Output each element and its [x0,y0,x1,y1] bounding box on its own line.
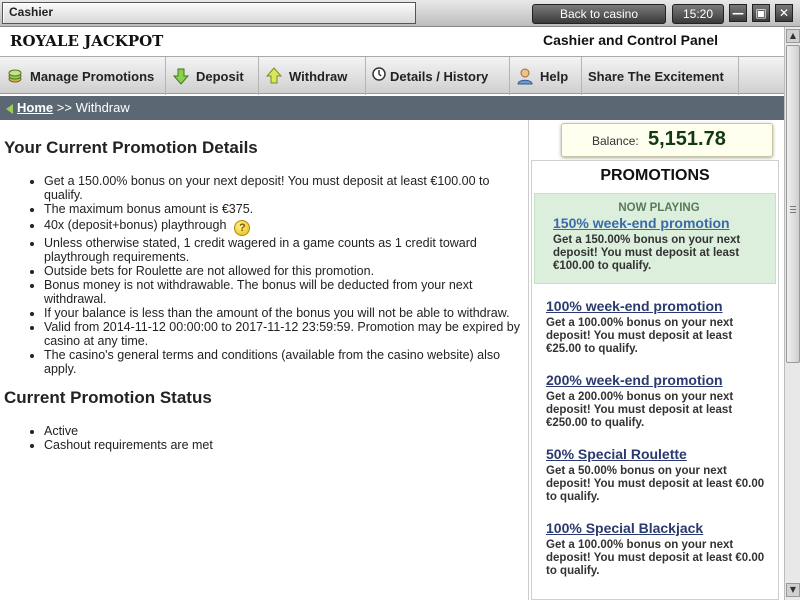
promo-description: Get a 50.00% bonus on your next deposit!… [546,465,765,503]
nav-label: Details / History [390,68,489,84]
breadcrumb-separator: >> [56,100,72,115]
close-button[interactable]: ✕ [775,4,793,22]
promo-description: Get a 200.00% bonus on your next deposit… [546,391,734,429]
help-icon[interactable]: ? [234,220,251,236]
now-playing-label: NOW PLAYING [618,202,700,214]
nav-share-the-excitement[interactable]: Share The Excitement [582,57,739,95]
grip-icon [790,206,796,207]
minimize-button[interactable]: — [729,4,747,22]
list-item: The maximum bonus amount is €375. [44,202,524,216]
list-item: Get a 150.00% bonus on your next deposit… [44,174,524,202]
promotion-details-list: Get a 150.00% bonus on your next deposit… [4,174,524,376]
scroll-thumb[interactable] [786,45,800,363]
nav-label: Share The Excitement [588,68,724,84]
promotion-status-list: Active Cashout requirements are met [4,424,524,452]
list-item: Bonus money is not withdrawable. The bon… [44,278,524,306]
arrow-down-icon [172,67,190,85]
promo-link[interactable]: 100% week-end promotion [546,298,768,314]
list-item: Cashout requirements are met [44,438,524,452]
sidebar: Balance: 5,151.78 PROMOTIONS NOW PLAYING… [528,120,784,600]
playthrough-text: 40x (deposit+bonus) playthrough [44,218,227,232]
promo-link[interactable]: 150% week-end promotion [553,215,765,231]
title-bar: Cashier Back to casino 15:20 — ▣ ✕ [0,0,800,27]
user-help-icon [516,67,534,85]
vertical-scrollbar[interactable]: ▲ ▼ [784,27,800,600]
nav-label: Deposit [196,68,244,84]
promo-description: Get a 150.00% bonus on your next deposit… [553,234,741,272]
nav-label: Help [540,68,569,84]
window-title: Cashier [2,2,416,24]
promo-item-active: NOW PLAYING 150% week-end promotion Get … [534,193,776,284]
promotion-status-title: Current Promotion Status [4,388,212,407]
coins-icon [6,67,24,85]
main-content: Your Current Promotion Details Get a 150… [0,120,528,600]
balance-box: Balance: 5,151.78 [561,123,773,157]
nav-deposit[interactable]: Deposit [166,57,259,95]
arrow-up-icon [265,67,283,85]
promo-link[interactable]: 100% Special Blackjack [546,520,768,536]
promo-item: 50% Special Roulette Get a 50.00% bonus … [532,446,778,504]
list-item: 40x (deposit+bonus) playthrough? [44,218,524,236]
promo-description: Get a 100.00% bonus on your next deposit… [546,539,765,577]
list-item: The casino's general terms and condition… [44,348,524,376]
promo-description: Get a 100.00% bonus on your next deposit… [546,317,734,355]
nav-manage-promotions[interactable]: Manage Promotions [0,57,166,95]
clock: 15:20 [672,4,724,24]
nav-label: Withdraw [289,68,348,84]
main-nav: Manage Promotions Deposit Withdraw Detai… [0,56,784,95]
nav-details-history[interactable]: Details / History [366,57,510,95]
list-item: Valid from 2014-11-12 00:00:00 to 2017-1… [44,320,524,348]
promotions-title: PROMOTIONS [600,167,710,184]
back-arrow-icon [6,103,13,114]
back-to-casino-button[interactable]: Back to casino [532,4,666,24]
breadcrumb: Home >> Withdraw [0,96,784,120]
scroll-up-button[interactable]: ▲ [786,29,800,43]
balance-label: Balance: [592,134,639,148]
list-item: If your balance is less than the amount … [44,306,524,320]
promo-item: 100% Special Blackjack Get a 100.00% bon… [532,520,778,578]
list-item: Outside bets for Roulette are not allowe… [44,264,524,278]
maximize-button[interactable]: ▣ [752,4,770,22]
nav-withdraw[interactable]: Withdraw [259,57,366,95]
promo-item: 200% week-end promotion Get a 200.00% bo… [532,372,778,430]
brand-logo: ROYALE JACKPOT [10,32,164,50]
list-item: Unless otherwise stated, 1 credit wagere… [44,236,524,264]
list-item: Active [44,424,524,438]
promo-item: 100% week-end promotion Get a 100.00% bo… [532,298,778,356]
promotion-details-title: Your Current Promotion Details [4,138,258,157]
promotions-panel: PROMOTIONS NOW PLAYING 150% week-end pro… [531,160,779,600]
panel-title: Cashier and Control Panel [543,32,719,48]
balance-value: 5,151.78 [648,128,726,150]
breadcrumb-current: Withdraw [75,100,130,115]
promo-link[interactable]: 200% week-end promotion [546,372,768,388]
scroll-down-button[interactable]: ▼ [786,583,800,597]
nav-help[interactable]: Help [510,57,582,95]
promo-link[interactable]: 50% Special Roulette [546,446,768,462]
clock-icon [372,67,386,85]
nav-label: Manage Promotions [30,68,155,84]
breadcrumb-home-link[interactable]: Home [17,100,53,115]
